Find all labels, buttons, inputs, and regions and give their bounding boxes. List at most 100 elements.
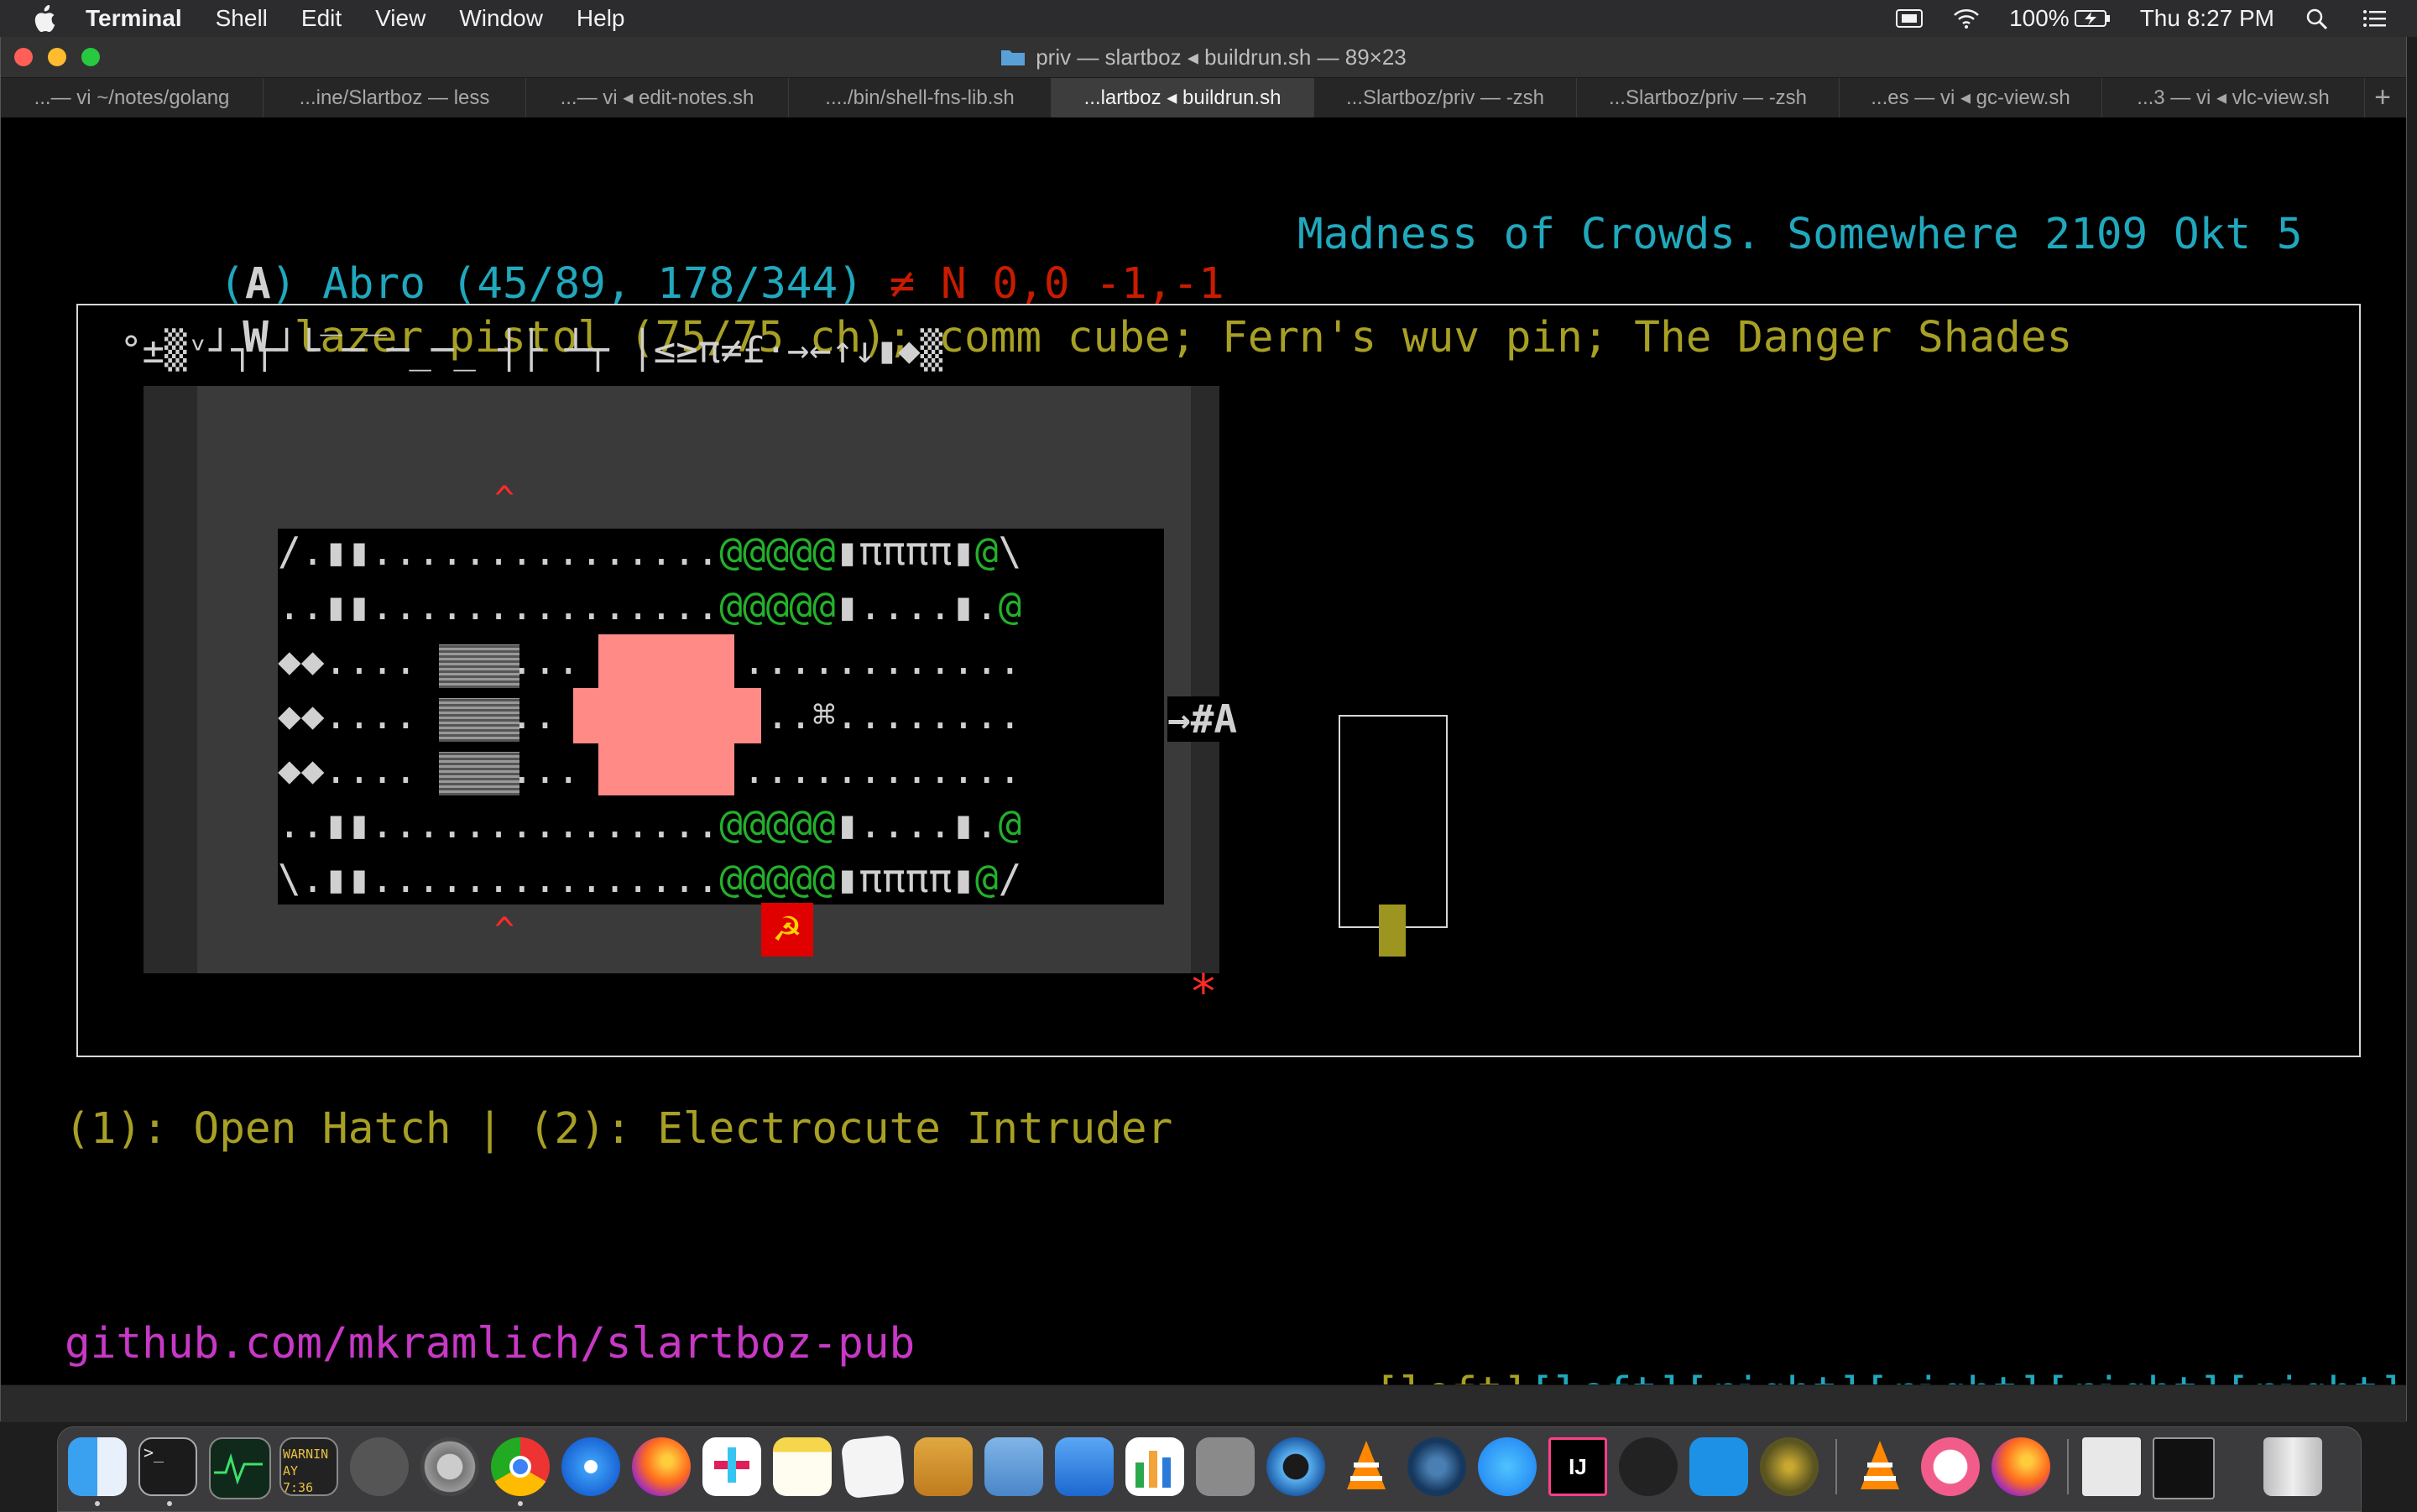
automator-icon[interactable] [350,1437,409,1496]
keynote-icon[interactable] [1055,1437,1114,1496]
red-star: * [1189,965,1218,1019]
terminal-icon[interactable]: >_ [138,1437,197,1496]
firefox-icon[interactable] [632,1437,691,1496]
apple-icon[interactable] [34,4,59,33]
grid-row-6: ..▮▮...............@@@@@▮....▮.@ [278,801,1022,847]
docker-icon[interactable] [1689,1437,1748,1496]
zoom-button[interactable] [81,48,100,66]
grid-row-7: \.▮▮...............@@@@@▮ππππ▮@/ [278,856,1022,901]
dock-separator [1835,1439,1837,1494]
vlc-icon[interactable] [1337,1437,1396,1496]
intellij-icon[interactable]: IJ [1548,1437,1607,1496]
tab-buildrun[interactable]: ...lartboz ◂ buildrun.sh [1052,78,1314,118]
side-panel-box [1339,715,1448,928]
window-bottom-bar [1,1384,2406,1422]
repo-url: github.com/mkramlich/slartboz-pub [65,1319,916,1369]
tab-golang-notes[interactable]: ...— vi ~/notes/golang [1,78,264,118]
firefox-icon[interactable] [1992,1437,2050,1496]
running-indicator [95,1501,100,1506]
menu-window[interactable]: Window [459,0,543,37]
intruder-blob-arms [573,688,761,743]
symbol-row: °±▒ᵛ┘┐┌┘└‾─‾─_─_ ┤├ ┴┬ │≤≥π≠£·→←↑↓▮◆▒ [120,329,943,372]
room-right-wall [1191,386,1219,973]
folder-icon [1001,50,1026,65]
vlc-cone [1347,1441,1386,1489]
slack-icon[interactable] [702,1437,761,1496]
caret-bottom: ^ [494,911,515,950]
tab-priv-zsh-1[interactable]: ...Slartboz/priv — -zsh [1314,78,1577,118]
tab-priv-zsh-2[interactable]: ...Slartboz/priv — -zsh [1577,78,1840,118]
steam-icon[interactable] [1407,1437,1466,1496]
tab-vlc-view[interactable]: ...3 — vi ◂ vlc-view.sh [2102,78,2365,118]
clock[interactable]: Thu 8:27 PM [2140,5,2274,32]
title-bar[interactable]: priv — slartboz ◂ buildrun.sh — 89×23 [1,37,2406,77]
running-indicator [518,1501,523,1506]
textedit-icon[interactable] [840,1434,906,1499]
numbers-bar-3 [1162,1457,1171,1488]
window-title: priv — slartboz ◂ buildrun.sh — 89×23 [1036,44,1407,70]
battery-charging-icon [2074,10,2110,27]
terminal-window-icon[interactable] [2153,1437,2215,1499]
document-icon[interactable] [2082,1437,2141,1496]
menu-view[interactable]: View [375,0,425,37]
menu-shell[interactable]: Shell [216,0,268,37]
vlc-icon[interactable] [1851,1437,1909,1496]
image-capture-icon[interactable] [984,1437,1043,1496]
dock: >_ WARNIN AY 7:36 IJ [57,1426,2362,1512]
menu-bar: Terminal Shell Edit View Window Help 100… [0,0,2417,37]
quicktime-icon[interactable] [1266,1437,1325,1496]
console-text-2: AY 7:36 [283,1463,314,1495]
numbers-bar-2 [1149,1451,1157,1488]
numbers-bar-1 [1135,1462,1144,1488]
minimize-button[interactable] [48,48,66,66]
console-icon[interactable]: WARNIN AY 7:36 [279,1437,338,1496]
notes-icon[interactable] [773,1437,832,1496]
battery-status[interactable]: 100% [2009,5,2112,32]
finder-icon[interactable] [68,1437,127,1496]
calculator-icon[interactable] [1196,1437,1255,1496]
terminal-window: priv — slartboz ◂ buildrun.sh — 89×23 ..… [0,37,2407,1422]
door-marker: →#A [1167,696,1238,742]
radar-icon[interactable] [1760,1437,1819,1496]
itunes-icon[interactable] [1921,1437,1980,1496]
story-line: Madness of Crowds. Somewhere 2109 Okt 5 [1297,210,2303,259]
preview-icon[interactable] [914,1437,973,1496]
key-rest: [left][right][right][right][right][rig [1528,1369,2406,1384]
tab-shell-fns-lib[interactable]: ..../bin/shell-fns-lib.sh [789,78,1052,118]
menu-extras: 100% Thu 8:27 PM [1895,0,2417,37]
tab-gc-view[interactable]: ...es — vi ◂ gc-view.sh [1840,78,2102,118]
tab-edit-notes[interactable]: ...— vi ◂ edit-notes.sh [526,78,789,118]
chrome-center [509,1456,531,1478]
new-tab-button[interactable]: + [2365,78,2400,118]
tab-bar: ...— vi ~/notes/golang ...ine/Slartboz —… [1,77,2406,119]
menu-app-terminal[interactable]: Terminal [86,0,182,37]
panel-plug [1379,905,1406,957]
wifi-icon[interactable] [1952,8,1981,29]
system-preferences-icon[interactable] [420,1437,479,1496]
battery-percent: 100% [2009,5,2070,31]
close-button[interactable] [14,48,33,66]
caret-top: ^ [494,480,515,519]
activity-graph [214,1452,263,1485]
menu-edit[interactable]: Edit [301,0,342,37]
grid-row-2: ..▮▮...............@@@@@▮....▮.@ [278,583,1022,628]
chrome-icon[interactable] [491,1437,550,1496]
keyboard-input-icon[interactable] [1895,8,1924,29]
hatch-block-2 [439,698,519,742]
terminal-content[interactable]: (A) Abro (45/89, 178/344) ≠ N 0,0 -1,-1 … [1,117,2406,1384]
console-text: WARNIN [283,1447,329,1462]
key-first: [left] [1374,1369,1528,1384]
inkscape-icon[interactable] [1619,1437,1678,1496]
dock-separator [2067,1439,2069,1494]
spotlight-search-icon[interactable] [2303,8,2331,29]
notification-center-icon[interactable] [2360,8,2388,29]
activity-monitor-icon[interactable] [209,1437,271,1499]
safari-icon[interactable] [561,1437,620,1496]
numbers-icon[interactable] [1125,1437,1184,1496]
app-store-icon[interactable] [1478,1437,1537,1496]
actions-line: (1): Open Hatch | (2): Electrocute Intru… [65,1104,1173,1154]
menu-help[interactable]: Help [577,0,625,37]
vlc-cone [1861,1441,1899,1489]
tab-slartboz-less[interactable]: ...ine/Slartboz — less [264,78,526,118]
trash-icon[interactable] [2263,1437,2322,1496]
